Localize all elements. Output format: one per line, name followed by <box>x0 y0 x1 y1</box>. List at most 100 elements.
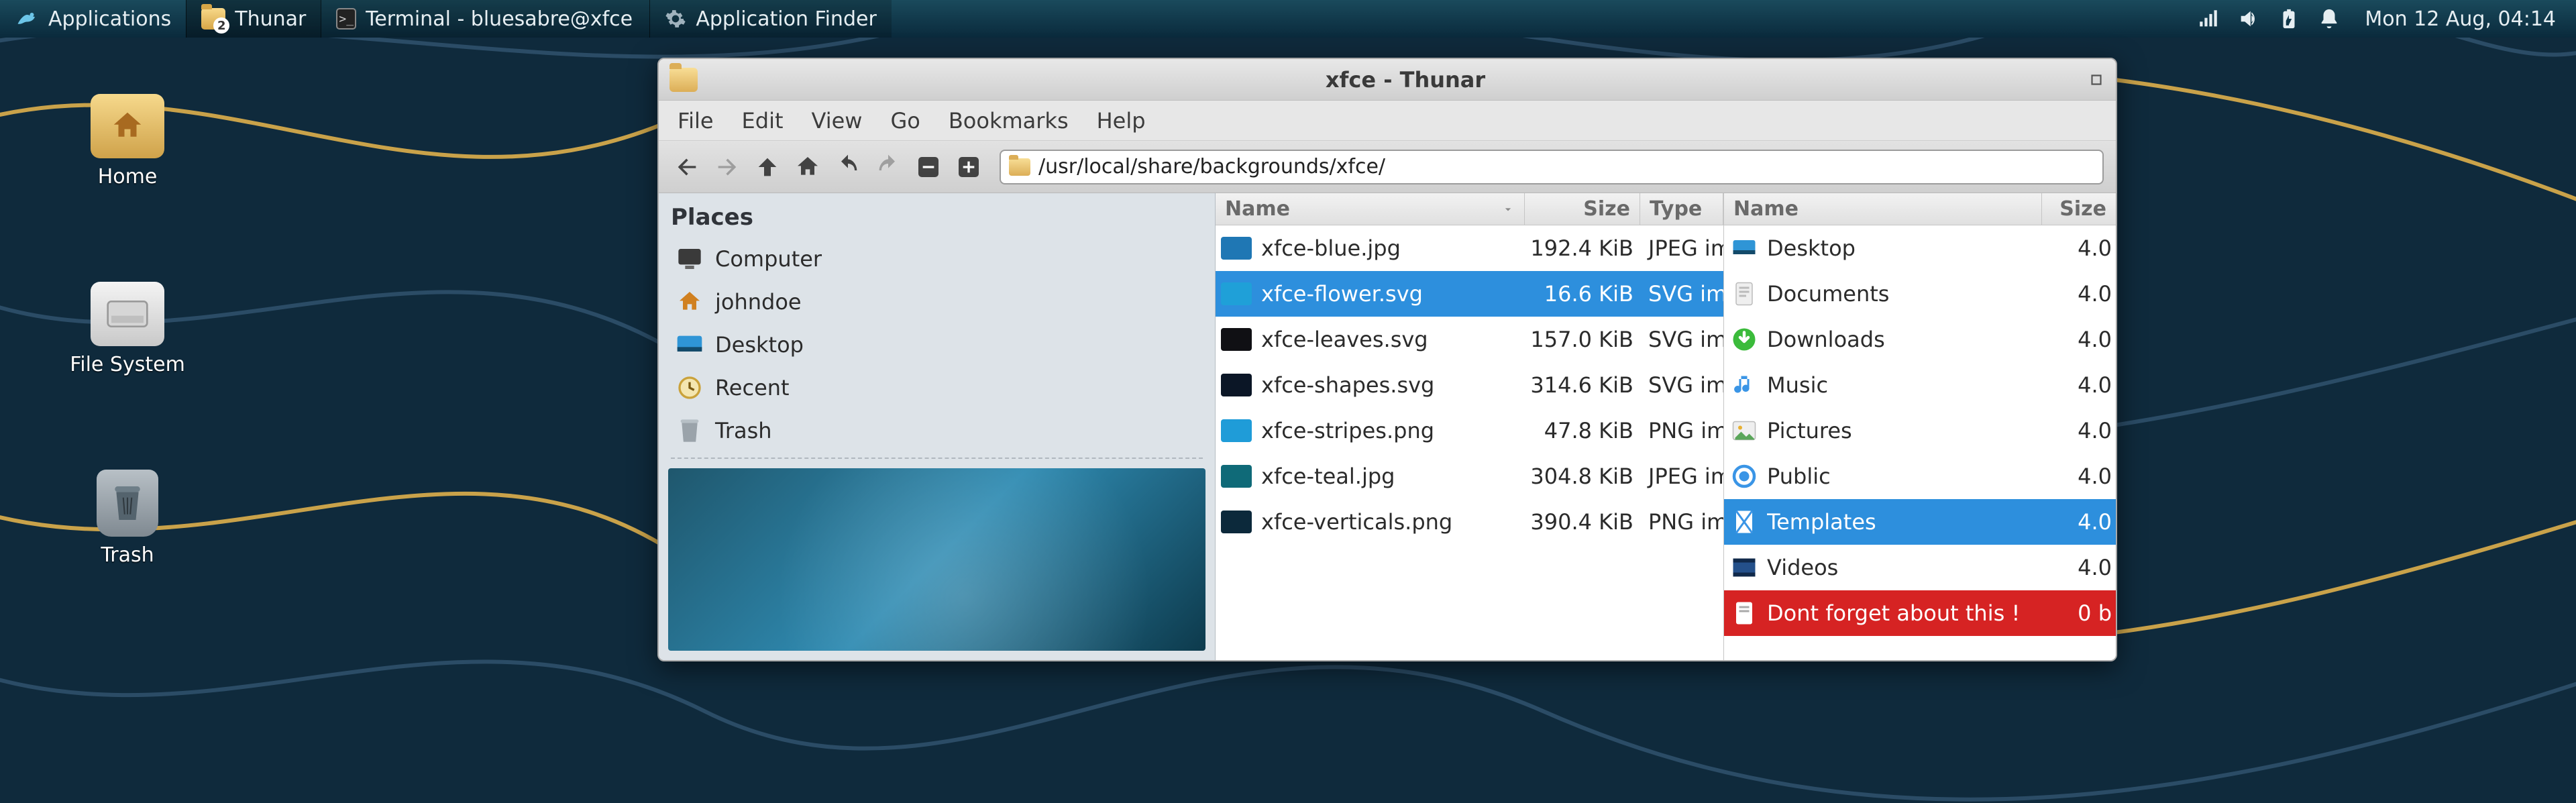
taskbar-item-appfinder[interactable]: Application Finder <box>649 0 891 38</box>
taskbar-item-label: Thunar <box>235 7 306 31</box>
trash-icon <box>111 483 144 523</box>
places-sidebar: Places Computer johndoe Desktop Recent T… <box>659 193 1216 660</box>
taskbar-item-thunar[interactable]: 2 Thunar <box>186 0 321 38</box>
file-thumbnail <box>1221 511 1252 533</box>
folder-name: Templates <box>1767 509 2042 535</box>
file-type: SVG im <box>1640 372 1723 398</box>
places-label: johndoe <box>715 289 802 315</box>
column-size[interactable]: Size <box>1525 193 1640 225</box>
music-icon <box>1731 372 1758 398</box>
column-headers: Name Size <box>1724 193 2116 225</box>
desktop-icon-label: Trash <box>101 543 154 567</box>
places-recent[interactable]: Recent <box>659 366 1215 409</box>
places-trash[interactable]: Trash <box>659 409 1215 452</box>
places-desktop[interactable]: Desktop <box>659 323 1215 366</box>
taskbar-item-label: Application Finder <box>696 7 876 31</box>
panel-clock[interactable]: Mon 12 Aug, 04:14 <box>2365 7 2556 31</box>
folder-row[interactable]: Pictures4.0 <box>1724 408 2116 453</box>
file-row[interactable]: xfce-teal.jpg304.8 KiBJPEG im <box>1216 453 1723 499</box>
folder-name: Music <box>1767 372 2042 398</box>
column-type[interactable]: Type <box>1640 193 1723 225</box>
home-icon <box>109 108 146 144</box>
folder-size: 4.0 <box>2042 281 2116 307</box>
menu-help[interactable]: Help <box>1097 108 1146 133</box>
zoom-in-button[interactable] <box>953 151 985 183</box>
gear-icon <box>665 8 686 30</box>
desktop-icon-home[interactable]: Home <box>67 94 188 189</box>
menu-edit[interactable]: Edit <box>742 108 784 133</box>
menu-view[interactable]: View <box>812 108 863 133</box>
note-icon <box>1731 600 1758 627</box>
taskbar-badge: 2 <box>213 17 229 34</box>
folder-name: Videos <box>1767 555 2042 580</box>
nav-home-button[interactable] <box>792 151 824 183</box>
undo-button[interactable] <box>832 151 864 183</box>
menu-file[interactable]: File <box>678 108 714 133</box>
desktop-icon-trash[interactable]: Trash <box>67 470 188 567</box>
column-size[interactable]: Size <box>2042 193 2116 225</box>
places-computer[interactable]: Computer <box>659 237 1215 280</box>
nav-up-button[interactable] <box>751 151 784 183</box>
zoom-out-button[interactable] <box>912 151 945 183</box>
file-type: SVG im <box>1640 327 1723 352</box>
folder-name: Dont forget about this ! <box>1767 600 2042 626</box>
folder-name: Desktop <box>1767 235 2042 261</box>
window-maximize-icon[interactable] <box>2088 71 2105 89</box>
location-bar[interactable]: /usr/local/share/backgrounds/xfce/ <box>1000 150 2104 184</box>
file-row[interactable]: xfce-blue.jpg192.4 KiBJPEG im <box>1216 225 1723 271</box>
top-panel: Applications 2 Thunar >_ Terminal - blue… <box>0 0 2576 38</box>
column-name[interactable]: Name <box>1216 193 1525 225</box>
dl-icon <box>1731 326 1758 353</box>
file-type: JPEG im <box>1640 464 1723 489</box>
places-label: Computer <box>715 246 822 272</box>
file-row[interactable]: xfce-shapes.svg314.6 KiBSVG im <box>1216 362 1723 408</box>
file-row[interactable]: xfce-leaves.svg157.0 KiBSVG im <box>1216 317 1723 362</box>
toolbar: /usr/local/share/backgrounds/xfce/ <box>659 141 2116 193</box>
clock-icon <box>676 374 703 401</box>
desktop-icon <box>676 331 703 358</box>
folder-row[interactable]: Videos4.0 <box>1724 545 2116 590</box>
folder-icon: 2 <box>201 8 225 30</box>
notifications-bell-icon[interactable] <box>2318 7 2341 30</box>
applications-menu-button[interactable]: Applications <box>0 0 186 38</box>
menu-go[interactable]: Go <box>890 108 920 133</box>
file-thumbnail <box>1221 237 1252 260</box>
desktop-icon-filesystem[interactable]: File System <box>67 282 188 376</box>
folder-row[interactable]: Downloads4.0 <box>1724 317 2116 362</box>
menu-bar: File Edit View Go Bookmarks Help <box>659 101 2116 141</box>
folder-row[interactable]: Music4.0 <box>1724 362 2116 408</box>
folder-row[interactable]: Documents4.0 <box>1724 271 2116 317</box>
menu-bookmarks[interactable]: Bookmarks <box>949 108 1069 133</box>
folder-row[interactable]: Public4.0 <box>1724 453 2116 499</box>
folder-size: 4.0 <box>2042 509 2116 535</box>
folder-size: 4.0 <box>2042 555 2116 580</box>
places-label: Recent <box>715 375 790 400</box>
redo-button[interactable] <box>872 151 904 183</box>
monitor-icon <box>676 246 703 272</box>
column-name[interactable]: Name <box>1724 193 2042 225</box>
system-tray: Mon 12 Aug, 04:14 <box>2197 7 2576 31</box>
folder-row[interactable]: Templates4.0 <box>1724 499 2116 545</box>
places-home[interactable]: johndoe <box>659 280 1215 323</box>
taskbar-item-label: Terminal - bluesabre@xfce.... <box>366 7 635 31</box>
folder-row[interactable]: Desktop4.0 <box>1724 225 2116 271</box>
column-headers: Name Size Type <box>1216 193 1723 225</box>
file-size: 192.4 KiB <box>1525 235 1640 261</box>
tmpl-icon <box>1731 508 1758 535</box>
nav-back-button[interactable] <box>671 151 703 183</box>
folder-row[interactable]: Dont forget about this !0 b <box>1724 590 2116 636</box>
home-icon <box>676 288 703 315</box>
window-titlebar[interactable]: xfce - Thunar <box>659 59 2116 101</box>
file-thumbnail <box>1221 282 1252 305</box>
folder-icon <box>1009 158 1030 176</box>
nav-forward-button[interactable] <box>711 151 743 183</box>
file-row[interactable]: xfce-flower.svg16.6 KiBSVG im <box>1216 271 1723 317</box>
volume-icon[interactable] <box>2237 7 2260 30</box>
file-row[interactable]: xfce-verticals.png390.4 KiBPNG im <box>1216 499 1723 545</box>
network-signal-icon[interactable] <box>2197 7 2220 30</box>
file-row[interactable]: xfce-stripes.png47.8 KiBPNG im <box>1216 408 1723 453</box>
battery-icon[interactable] <box>2277 7 2300 30</box>
taskbar-item-terminal[interactable]: >_ Terminal - bluesabre@xfce.... <box>321 0 649 38</box>
terminal-icon: >_ <box>336 8 356 30</box>
image-preview <box>668 468 1205 651</box>
